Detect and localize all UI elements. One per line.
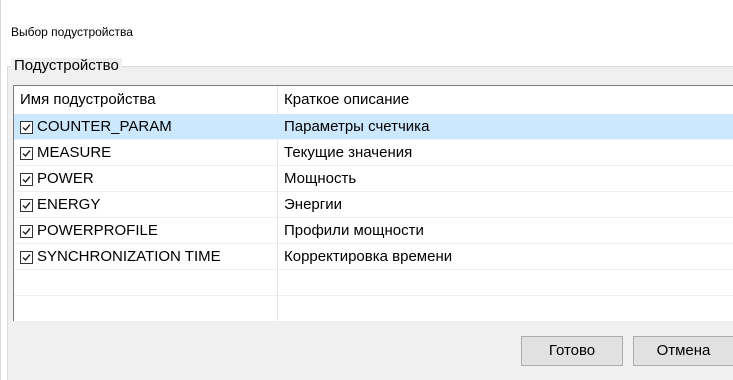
row-name-cell: ENERGY (20, 192, 100, 218)
column-header-name[interactable]: Имя подустройства (14, 86, 156, 114)
empty-row (14, 296, 733, 321)
row-name: POWERPROFILE (37, 222, 158, 239)
row-name: SYNCHRONIZATION TIME (37, 248, 221, 265)
row-name: COUNTER_PARAM (37, 118, 172, 135)
row-name-cell: SYNCHRONIZATION TIME (20, 244, 221, 270)
row-name: ENERGY (37, 196, 101, 213)
list-row-1[interactable]: MEASURE Текущие значения (14, 140, 733, 166)
dialog-title: Выбор подустройства (11, 25, 133, 39)
row-description: Параметры счетчика (284, 118, 430, 135)
checkbox-checked-icon[interactable] (20, 224, 33, 238)
checkbox-checked-icon[interactable] (20, 250, 33, 264)
row-name: POWER (37, 170, 94, 187)
checkbox-checked-icon[interactable] (20, 198, 33, 212)
row-name: MEASURE (37, 144, 112, 161)
row-description: Энергии (284, 196, 342, 213)
row-description: Мощность (284, 170, 357, 187)
list-row-2[interactable]: POWER Мощность (14, 166, 733, 192)
subdevice-list[interactable]: Имя подустройства Краткое описание COUNT… (13, 85, 733, 321)
row-name-cell: MEASURE (20, 140, 111, 166)
row-description: Профили мощности (284, 222, 424, 239)
cancel-button[interactable]: Отмена (633, 336, 733, 366)
list-row-3[interactable]: ENERGY Энергии (14, 192, 733, 218)
list-row-4[interactable]: POWERPROFILE Профили мощности (14, 218, 733, 244)
checkbox-checked-icon[interactable] (20, 172, 33, 186)
groupbox-label: Подустройство (11, 58, 122, 74)
ok-button[interactable]: Готово (521, 336, 623, 366)
row-description: Корректировка времени (284, 248, 453, 265)
checkbox-checked-icon[interactable] (20, 120, 33, 134)
row-name-cell: POWER (20, 166, 94, 192)
list-header: Имя подустройства Краткое описание (14, 86, 733, 114)
empty-row (14, 270, 733, 296)
subdevice-dialog: Выбор подустройства Подустройство Имя по… (0, 0, 733, 380)
checkbox-checked-icon[interactable] (20, 146, 33, 160)
list-row-0[interactable]: COUNTER_PARAM Параметры счетчика (14, 114, 733, 140)
row-name-cell: POWERPROFILE (20, 218, 158, 244)
list-row-5[interactable]: SYNCHRONIZATION TIME Корректировка време… (14, 244, 733, 270)
row-description: Текущие значения (284, 144, 413, 161)
column-header-description[interactable]: Краткое описание (278, 86, 409, 114)
row-name-cell: COUNTER_PARAM (20, 114, 172, 140)
